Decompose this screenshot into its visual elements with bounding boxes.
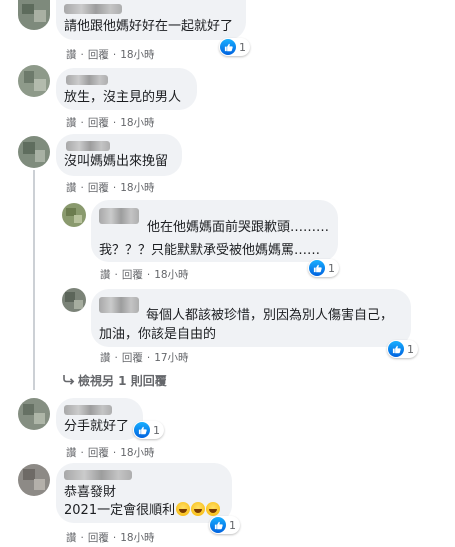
reaction-badge[interactable]: 1 [209, 516, 240, 534]
like-button[interactable]: 讚 [100, 350, 111, 365]
commenter-name[interactable] [99, 208, 139, 224]
comment-text: 請他跟他媽好好在一起就好了 [64, 19, 234, 34]
reply-button[interactable]: 回覆 [88, 445, 109, 460]
like-button[interactable]: 讚 [66, 47, 77, 62]
timestamp[interactable]: 18小時 [120, 47, 154, 62]
comment-text: 沒叫媽媽出來挽留 [64, 154, 169, 169]
commenter-name[interactable] [66, 141, 110, 151]
reply-text: 加油，你該是自由的 [99, 327, 217, 342]
avatar[interactable] [18, 0, 50, 30]
avatar[interactable] [18, 65, 50, 97]
reply-button[interactable]: 回覆 [88, 180, 109, 195]
reply-button[interactable]: 回覆 [88, 47, 109, 62]
like-button[interactable]: 讚 [66, 530, 77, 545]
timestamp[interactable]: 18小時 [154, 267, 188, 282]
timestamp[interactable]: 18小時 [120, 530, 154, 545]
reply-button[interactable]: 回覆 [122, 350, 143, 365]
grinning-emoji-icon [176, 502, 191, 516]
timestamp[interactable]: 18小時 [120, 445, 154, 460]
view-more-replies-label[interactable]: 檢視另 1 則回覆 [78, 372, 167, 389]
comment-actions: 讚 · 回覆 · 18小時 [66, 530, 155, 545]
timestamp[interactable]: 18小時 [120, 180, 154, 195]
timestamp[interactable]: 17小時 [154, 350, 188, 365]
grinning-emoji-icon [206, 502, 221, 516]
reaction-count: 1 [229, 518, 236, 532]
reaction-badge[interactable]: 1 [219, 38, 250, 56]
comment-actions: 讚 · 回覆 · 18小時 [66, 47, 155, 62]
commenter-name[interactable] [64, 4, 122, 14]
thumbs-up-icon [210, 517, 226, 533]
like-button[interactable]: 讚 [100, 267, 111, 282]
avatar[interactable] [18, 398, 50, 430]
thumbs-up-icon [388, 341, 404, 357]
avatar[interactable] [18, 464, 50, 496]
commenter-name[interactable] [64, 405, 112, 415]
avatar[interactable] [62, 203, 86, 227]
like-button[interactable]: 讚 [66, 180, 77, 195]
commenter-name[interactable] [66, 75, 108, 85]
reply-text: 他在他媽媽面前哭跟歉頭……… [147, 220, 330, 235]
comment-bubble: 沒叫媽媽出來挽留 [56, 134, 182, 176]
reaction-count: 1 [239, 40, 246, 54]
timestamp[interactable]: 18小時 [120, 115, 154, 130]
avatar[interactable] [62, 288, 86, 312]
reaction-badge[interactable]: 1 [387, 340, 418, 358]
comment-actions: 讚 · 回覆 · 18小時 [66, 445, 155, 460]
comment-actions: 讚 · 回覆 · 18小時 [66, 180, 155, 195]
reply-button[interactable]: 回覆 [122, 267, 143, 282]
grinning-emoji-icon [191, 502, 206, 516]
thumbs-up-icon [134, 422, 150, 438]
thumbs-up-icon [309, 260, 325, 276]
comment-bubble: 請他跟他媽好好在一起就好了 [56, 0, 246, 40]
reply-text: 每個人都該被珍惜，別因為別人傷害自己， [146, 308, 394, 323]
thumbs-up-icon [220, 39, 236, 55]
like-button[interactable]: 讚 [66, 445, 77, 460]
reaction-count: 1 [153, 423, 160, 437]
thread-line [33, 170, 35, 390]
commenter-name[interactable] [99, 297, 139, 313]
comment-bubble: 恭喜發財 2021一定會很順利 [56, 463, 232, 523]
like-button[interactable]: 讚 [66, 115, 77, 130]
avatar[interactable] [18, 136, 50, 168]
reply-button[interactable]: 回覆 [88, 115, 109, 130]
reaction-badge[interactable]: 1 [133, 421, 164, 439]
reaction-badge[interactable]: 1 [308, 259, 339, 277]
reply-arrow-icon [62, 374, 78, 388]
comment-actions: 讚 · 回覆 · 18小時 [66, 115, 155, 130]
reply-bubble: 他在他媽媽面前哭跟歉頭……… 我？？？只能默默承受被他媽媽罵…… [91, 200, 338, 262]
view-more-replies-link[interactable]: 檢視另 1 則回覆 [62, 372, 167, 389]
comment-text: 恭喜發財 [64, 485, 117, 500]
comment-bubble: 放生，沒主見的男人 [56, 68, 197, 110]
reaction-count: 1 [328, 261, 335, 275]
comment-text: 分手就好了 [64, 419, 130, 434]
reply-actions: 讚 · 回覆 · 18小時 [100, 267, 189, 282]
reply-text: 我？？？只能默默承受被他媽媽罵…… [99, 243, 321, 258]
comment-text-line2: 2021一定會很順利 [64, 501, 221, 520]
comment-bubble: 分手就好了 [56, 398, 143, 440]
comment-text: 2021一定會很順利 [64, 503, 176, 518]
comment-text: 放生，沒主見的男人 [64, 90, 182, 105]
reply-button[interactable]: 回覆 [88, 530, 109, 545]
reaction-count: 1 [407, 342, 414, 356]
reply-actions: 讚 · 回覆 · 17小時 [100, 350, 189, 365]
commenter-name[interactable] [64, 470, 132, 480]
reply-bubble: 每個人都該被珍惜，別因為別人傷害自己， 加油，你該是自由的 [91, 289, 411, 347]
